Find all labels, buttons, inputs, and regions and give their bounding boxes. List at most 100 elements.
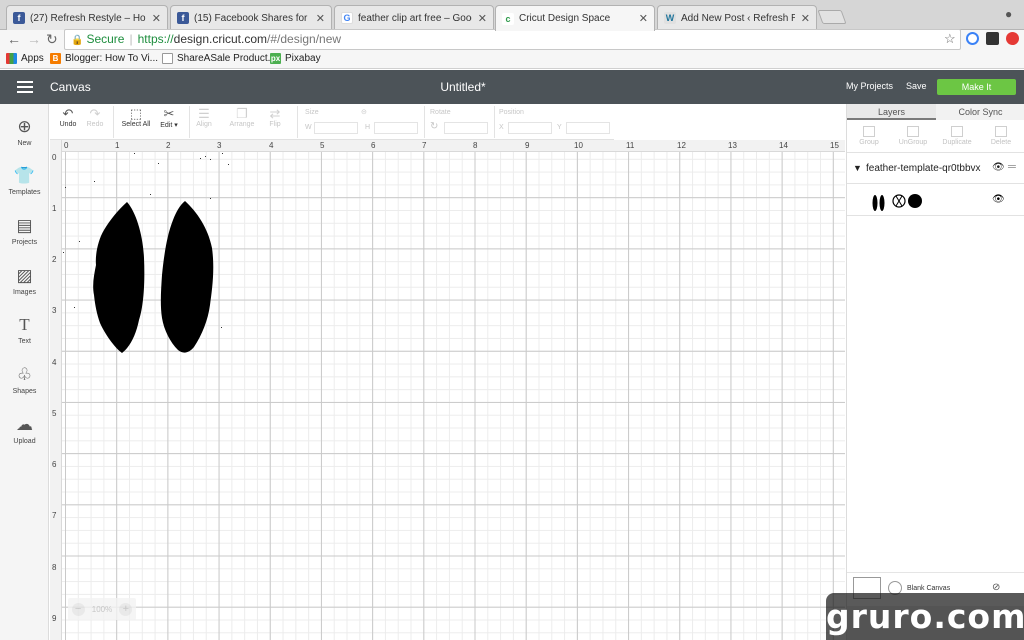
- ruler-tick-label: 5: [320, 141, 325, 150]
- bookmark-blogger[interactable]: B Blogger: How To Vi...: [50, 53, 158, 64]
- sidebar-item-templates[interactable]: 👕 Templates: [0, 166, 49, 196]
- url-field[interactable]: 🔒 Secure | https://design.cricut.com/#/desi…: [64, 29, 961, 50]
- layer-group-row[interactable]: ▼ feather-template-qr0tbbvx 👁 ═: [847, 154, 1024, 184]
- sidebar-item-new[interactable]: ⊕ New: [0, 117, 49, 147]
- ruler-tick-label: 11: [626, 141, 635, 150]
- bookmark-shareasale[interactable]: ShareASale Product...: [162, 53, 276, 64]
- watermark-text: gruro.com: [826, 597, 1024, 636]
- new-tab-button[interactable]: [817, 10, 847, 24]
- action-label: Delete: [990, 139, 1012, 146]
- close-icon[interactable]: ✕: [152, 12, 161, 25]
- align-button[interactable]: ☰ Align: [193, 107, 215, 129]
- edit-menu-button[interactable]: ✂ Edit ▾: [156, 106, 182, 130]
- sidebar-item-projects[interactable]: ▤ Projects: [0, 216, 49, 246]
- layer-group-name: feather-template-qr0tbbvx: [866, 163, 981, 174]
- x-position-input[interactable]: [508, 122, 552, 134]
- feather-right[interactable]: [160, 201, 214, 353]
- eye-icon[interactable]: 👁: [992, 194, 1005, 205]
- close-icon[interactable]: ✕: [639, 12, 648, 25]
- delete-button[interactable]: Delete: [981, 126, 1021, 146]
- bookmark-pixabay[interactable]: px Pixabay: [270, 53, 321, 64]
- ruler-tick-label: 3: [217, 141, 222, 150]
- align-label: Align: [196, 121, 212, 128]
- browser-tab[interactable]: W Add New Post ‹ Refresh Restyle ✕: [657, 5, 817, 30]
- close-icon[interactable]: ✕: [478, 12, 487, 25]
- lock-ratio-icon[interactable]: ⊝: [361, 108, 367, 116]
- watermark: gruro.com: [826, 593, 1024, 640]
- page-icon: [162, 53, 173, 64]
- ruler-tick-label: 9: [52, 614, 57, 623]
- sidebar-item-label: Text: [18, 338, 31, 345]
- arrange-button[interactable]: ❐ Arrange: [225, 107, 259, 129]
- tab-title: (15) Facebook Shares for Viral: [194, 12, 310, 24]
- url-path: /#/design/new: [267, 32, 342, 46]
- bookmark-label: Pixabay: [285, 53, 321, 64]
- browser-tab-active[interactable]: c Cricut Design Space ✕: [495, 5, 655, 31]
- tab-layers[interactable]: Layers: [847, 104, 936, 120]
- duplicate-button[interactable]: Duplicate: [937, 126, 977, 146]
- drag-handle-icon[interactable]: ═: [1008, 161, 1016, 173]
- profile-icon[interactable]: ●: [1005, 7, 1012, 21]
- flip-button[interactable]: ⇄ Flip: [264, 107, 286, 129]
- sidebar-item-images[interactable]: ▨ Images: [0, 266, 49, 296]
- scissors-icon: ✂: [163, 106, 175, 121]
- sidebar-item-upload[interactable]: ☁ Upload: [0, 415, 49, 445]
- action-label: UnGroup: [898, 139, 928, 146]
- sidebar-item-text[interactable]: T Text: [0, 315, 49, 345]
- my-projects-link[interactable]: My Projects: [846, 81, 893, 91]
- save-button[interactable]: Save: [906, 81, 927, 91]
- zoom-in-button[interactable]: +: [119, 602, 133, 616]
- design-canvas[interactable]: 0 1 2 3 4 5 6 7 8 9 10 11 12 13 14 15 0 …: [50, 140, 845, 640]
- browser-tab[interactable]: f (15) Facebook Shares for Viral ✕: [170, 5, 332, 30]
- redo-icon: ↷: [89, 106, 101, 121]
- eye-hidden-icon[interactable]: ⊘: [992, 582, 1000, 593]
- caret-down-icon: ▾: [172, 122, 178, 129]
- y-position-input[interactable]: [566, 122, 610, 134]
- ruler-tick-label: 8: [473, 141, 478, 150]
- action-label: Duplicate: [942, 139, 972, 146]
- redo-button[interactable]: ↷ Redo: [84, 106, 106, 129]
- bookmark-label: Blogger: How To Vi...: [65, 53, 159, 64]
- rotate-input[interactable]: [444, 122, 488, 134]
- layer-item[interactable]: 👁: [847, 185, 1024, 216]
- undo-button[interactable]: ↶ Undo: [57, 107, 79, 129]
- forward-icon[interactable]: →: [27, 31, 41, 47]
- image-icon: ▨: [16, 266, 33, 285]
- group-button[interactable]: Group: [849, 126, 889, 146]
- upload-cloud-icon: ☁: [16, 415, 33, 434]
- google-icon: G: [341, 12, 353, 24]
- caret-down-icon[interactable]: ▼: [853, 163, 862, 173]
- extension-icon[interactable]: [966, 32, 979, 45]
- apps-grid-icon: [6, 53, 17, 64]
- close-icon[interactable]: ✕: [801, 12, 810, 25]
- zoom-out-button[interactable]: −: [71, 602, 85, 616]
- back-icon[interactable]: ←: [7, 31, 21, 47]
- ungroup-button[interactable]: UnGroup: [893, 126, 933, 146]
- toolbar-divider: [424, 106, 425, 138]
- close-icon[interactable]: ✕: [316, 12, 325, 25]
- bookmark-apps[interactable]: Apps: [6, 53, 44, 64]
- browser-tab[interactable]: G feather clip art free – Google ✕: [334, 5, 494, 30]
- select-all-button[interactable]: ⬚ Select All: [120, 107, 152, 129]
- app-header: Canvas Untitled* My Projects Save Make I…: [0, 70, 1024, 104]
- eye-icon[interactable]: 👁: [992, 162, 1005, 173]
- cricut-icon: c: [502, 12, 514, 25]
- bookmark-star-icon[interactable]: ☆: [944, 31, 956, 47]
- width-input[interactable]: [314, 122, 358, 134]
- plus-circle-icon: ⊕: [17, 117, 32, 136]
- ruler-tick-label: 3: [52, 306, 57, 315]
- bookmark-label: ShareASale Product...: [177, 53, 276, 64]
- rotate-label: Rotate: [430, 109, 451, 116]
- browser-tab[interactable]: f (27) Refresh Restyle – Home ✕: [6, 5, 168, 30]
- extension-icon[interactable]: [1006, 32, 1019, 45]
- make-it-button[interactable]: Make It: [937, 79, 1016, 95]
- buffer-icon[interactable]: [986, 32, 999, 45]
- ruler-tick-label: 9: [525, 141, 530, 150]
- feather-left[interactable]: [93, 202, 145, 353]
- tab-color-sync[interactable]: Color Sync: [936, 104, 1024, 120]
- ungroup-icon: [907, 126, 919, 137]
- pixabay-icon: px: [270, 53, 281, 64]
- sidebar-item-shapes[interactable]: ♧ Shapes: [0, 365, 49, 395]
- reload-icon[interactable]: ↻: [46, 31, 58, 47]
- height-input[interactable]: [374, 122, 418, 134]
